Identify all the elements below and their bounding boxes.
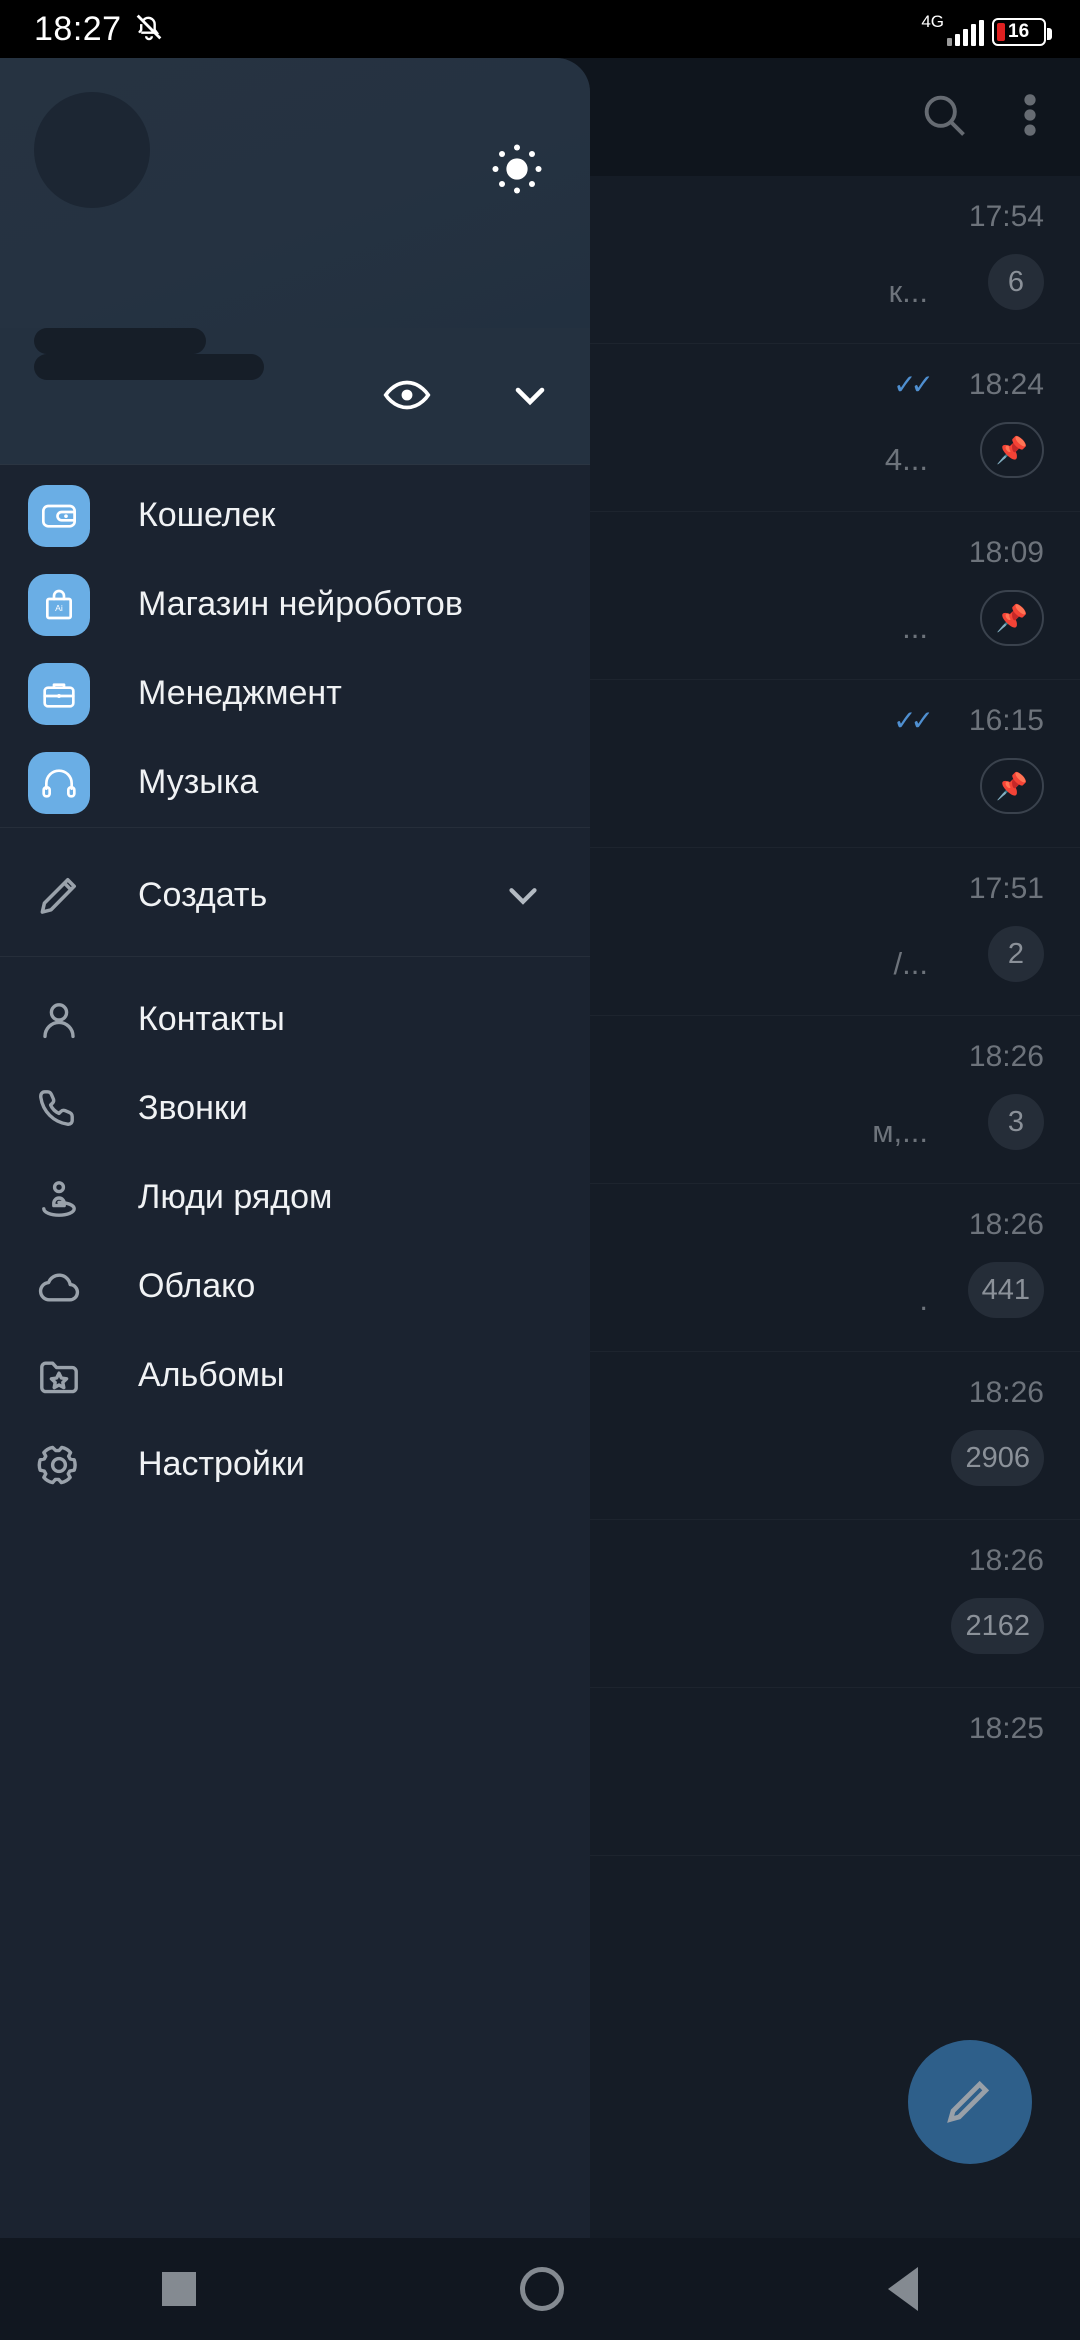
chevron-down-icon[interactable]: [506, 371, 554, 424]
chat-timestamp: 16:15: [968, 704, 1044, 737]
briefcase-icon: [28, 662, 90, 725]
drawer-item-folder-star[interactable]: Альбомы: [0, 1331, 590, 1420]
drawer-item-gear[interactable]: Настройки: [0, 1420, 590, 1509]
triangle-back-icon[interactable]: [888, 2267, 918, 2311]
drawer-header: [0, 58, 590, 328]
pin-icon: 📌: [979, 590, 1044, 646]
chat-timestamp: 18:24: [968, 368, 1044, 401]
unread-badge: 2: [988, 926, 1044, 982]
svg-text:Ai: Ai: [55, 603, 63, 613]
drawer-item-label: Кошелек: [138, 496, 276, 534]
drawer-item-4[interactable]: Музыка: [0, 738, 590, 827]
headphones-icon: [28, 751, 90, 814]
drawer-item-people-nearby[interactable]: Люди рядом: [0, 1153, 590, 1242]
wallet-icon: [28, 484, 90, 547]
drawer-item-label: Менеджмент: [138, 674, 342, 712]
cloud-icon: [28, 1256, 90, 1318]
drawer-item-cloud[interactable]: Облако: [0, 1242, 590, 1331]
profile-placeholders: [0, 328, 590, 354]
avatar[interactable]: [34, 92, 150, 208]
status-bar: 18:27 4G 16: [0, 0, 1080, 58]
chat-timestamp: 18:26: [968, 1040, 1044, 1073]
status-bar-left: 18:27: [34, 10, 166, 49]
eye-icon[interactable]: [382, 370, 432, 425]
search-icon[interactable]: [918, 89, 970, 146]
phone-screen: 18:27 4G 16 17:54 к... 6 ✓✓ 18:24 4... 📌…: [0, 0, 1080, 2340]
drawer-item-label: Создать: [138, 875, 268, 914]
read-receipt-icon: ✓✓: [893, 705, 934, 736]
chat-timestamp: 17:54: [968, 200, 1044, 233]
drawer-item-label: Магазин нейроботов: [138, 585, 463, 623]
read-receipt-icon: ✓✓: [893, 369, 934, 400]
sun-icon[interactable]: [488, 140, 546, 203]
signal-indicator: 4G: [921, 13, 984, 46]
status-bar-right: 4G 16: [921, 13, 1052, 46]
navigation-drawer: Кошелек Ai Магазин нейроботов Менеджмент Муз…: [0, 58, 590, 2238]
drawer-item-label: Настройки: [138, 1445, 305, 1483]
network-type-label: 4G: [921, 11, 944, 31]
compose-fab-button[interactable]: [908, 2040, 1032, 2164]
phone-icon: [28, 1078, 90, 1140]
signal-bars-icon: [947, 19, 984, 46]
profile-actions: [382, 370, 554, 425]
name-placeholder-bar: [34, 328, 206, 354]
chat-timestamp: 18:26: [968, 1544, 1044, 1577]
people-nearby-icon: [28, 1167, 90, 1229]
drawer-create-section: Создать: [0, 828, 590, 956]
drawer-item-2[interactable]: Ai Магазин нейроботов: [0, 560, 590, 649]
drawer-item-label: Музыка: [138, 763, 259, 801]
ai-shopping-bag-icon: Ai: [28, 573, 90, 636]
chat-timestamp: 18:26: [968, 1208, 1044, 1241]
bell-muted-icon: [132, 10, 166, 49]
battery-percent-label: 16: [1008, 20, 1030, 42]
drawer-item-person[interactable]: Контакты: [0, 975, 590, 1064]
drawer-nav-section: Контакты Звонки Люди рядом Облако Альбомы Нас…: [0, 957, 590, 1509]
drawer-item-phone[interactable]: Звонки: [0, 1064, 590, 1153]
drawer-item-create[interactable]: Создать: [0, 834, 590, 956]
drawer-item-3[interactable]: Менеджмент: [0, 649, 590, 738]
unread-badge: 6: [988, 254, 1044, 310]
drawer-item-label: Облако: [138, 1267, 256, 1305]
drawer-app-section: Кошелек Ai Магазин нейроботов Менеджмент Муз…: [0, 465, 590, 827]
status-bar-clock: 18:27: [34, 9, 122, 48]
system-nav-bar: [0, 2238, 1080, 2340]
pencil-outline-icon: [28, 864, 90, 926]
unread-badge: 441: [967, 1262, 1044, 1318]
drawer-item-1[interactable]: Кошелек: [0, 471, 590, 560]
drawer-item-label: Альбомы: [138, 1356, 285, 1394]
pin-icon: 📌: [979, 758, 1044, 814]
chat-timestamp: 18:26: [968, 1376, 1044, 1409]
unread-badge: 3: [988, 1094, 1044, 1150]
chat-timestamp: 18:09: [968, 536, 1044, 569]
circle-icon[interactable]: [520, 2267, 564, 2311]
chat-timestamp: 17:51: [968, 872, 1044, 905]
pencil-icon: [941, 2071, 999, 2134]
battery-indicator: 16: [992, 17, 1052, 46]
more-vertical-icon[interactable]: [1022, 89, 1038, 146]
unread-badge: 2162: [951, 1598, 1044, 1654]
square-icon[interactable]: [162, 2272, 196, 2306]
drawer-item-label: Контакты: [138, 1000, 285, 1038]
pin-icon: 📌: [979, 422, 1044, 478]
unread-badge: 2906: [951, 1430, 1044, 1486]
drawer-item-label: Звонки: [138, 1089, 248, 1127]
profile-identity-row: [0, 354, 590, 464]
chat-timestamp: 18:25: [968, 1712, 1044, 1745]
chevron-down-icon[interactable]: [500, 872, 546, 923]
drawer-item-label: Люди рядом: [138, 1178, 333, 1216]
phone-placeholder-bar: [34, 354, 264, 380]
gear-icon: [28, 1434, 90, 1496]
folder-star-icon: [28, 1345, 90, 1407]
person-icon: [28, 989, 90, 1051]
battery-fill: [997, 22, 1005, 41]
